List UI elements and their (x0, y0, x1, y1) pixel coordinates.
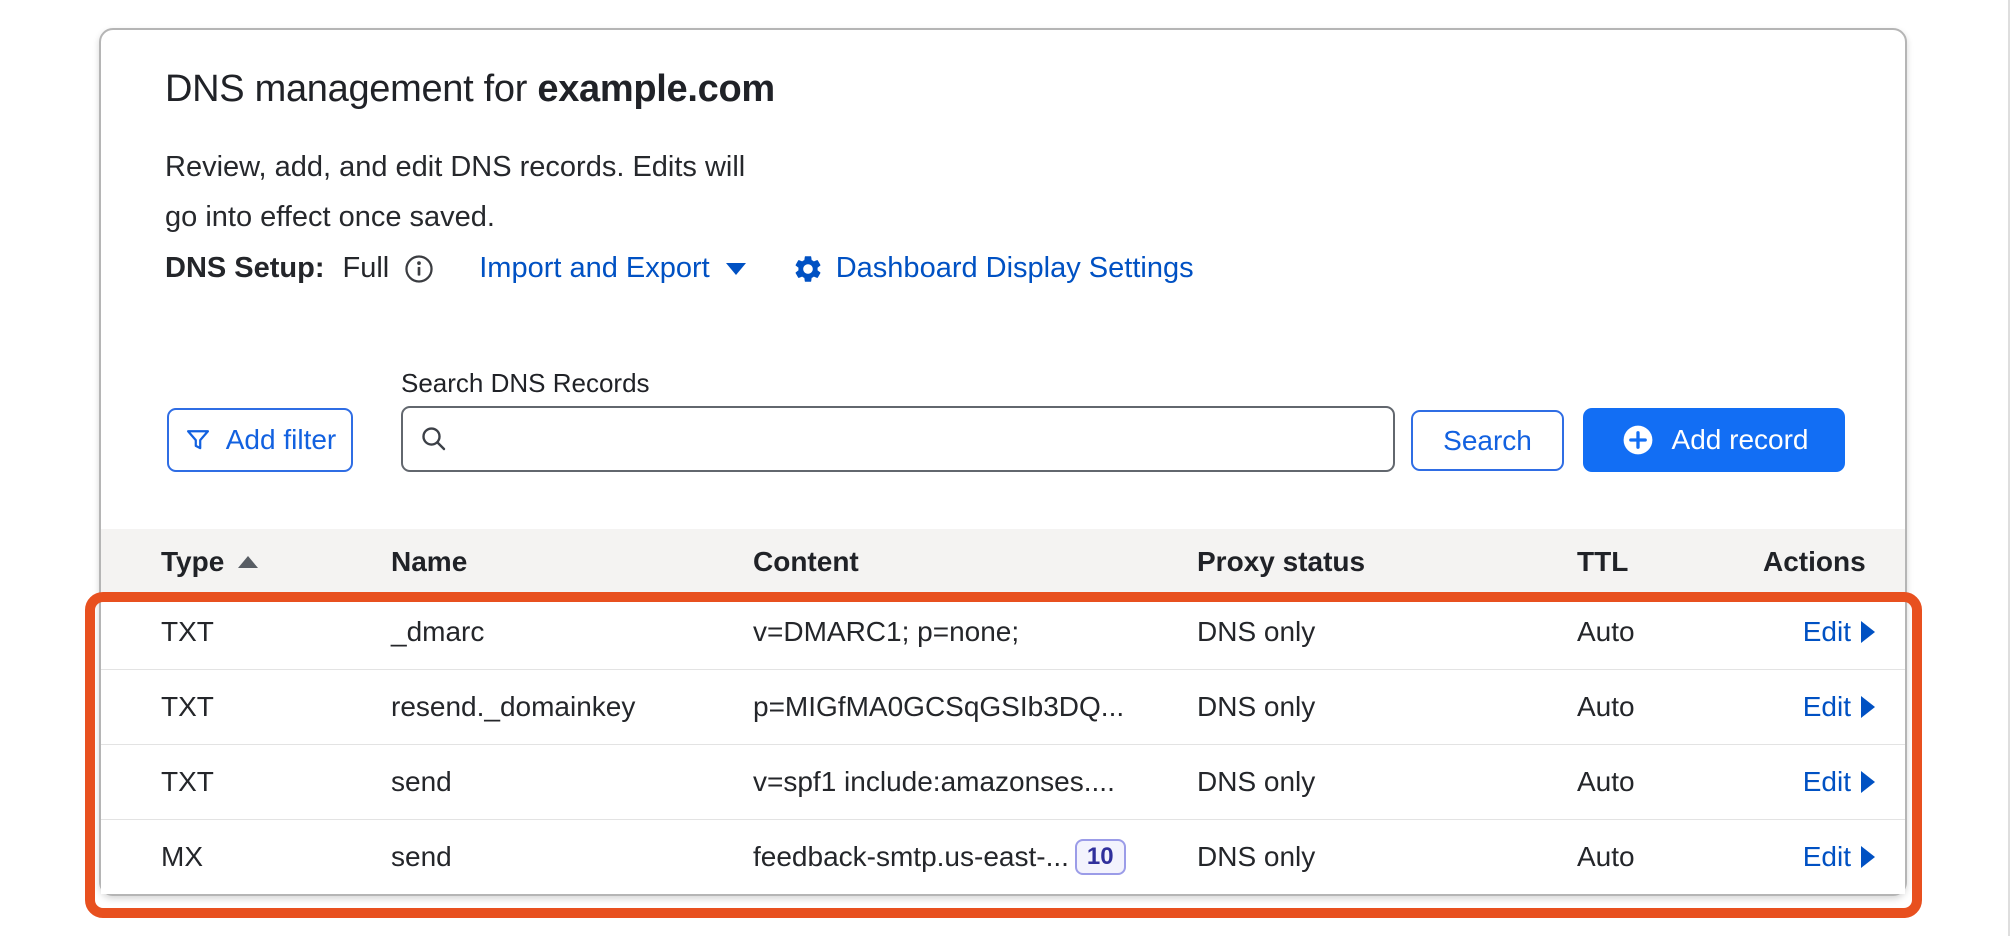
search-dns-records-label: Search DNS Records (401, 368, 650, 399)
cell-actions: Edit (1763, 616, 1875, 648)
cell-proxy-status: DNS only (1197, 841, 1577, 873)
column-header-proxy-status[interactable]: Proxy status (1197, 546, 1577, 578)
chevron-right-icon (1861, 771, 1875, 793)
column-header-type-label: Type (161, 546, 224, 578)
cell-name: resend._domainkey (391, 691, 753, 723)
toolbar: Add filter Search Add record (101, 406, 1909, 474)
chevron-down-icon (726, 263, 746, 275)
search-button-label: Search (1443, 425, 1532, 457)
dns-setup-value: Full (343, 252, 390, 285)
edit-label: Edit (1803, 841, 1851, 873)
cell-ttl: Auto (1577, 691, 1763, 723)
edit-button[interactable]: Edit (1803, 616, 1875, 648)
edit-label: Edit (1803, 616, 1851, 648)
info-icon[interactable] (403, 253, 435, 285)
search-input[interactable] (461, 412, 1377, 466)
column-header-actions-label: Actions (1763, 546, 1866, 578)
search-box (401, 406, 1395, 472)
cell-ttl: Auto (1577, 766, 1763, 798)
record-content: v=spf1 include:amazonses.... (753, 766, 1115, 798)
record-content: v=DMARC1; p=none; (753, 616, 1019, 648)
dns-setup-label: DNS Setup: (165, 252, 325, 285)
page-title: DNS management for example.com (165, 68, 775, 111)
search-icon (419, 424, 449, 454)
table-body: TXT _dmarc v=DMARC1; p=none; DNS only Au… (101, 594, 1905, 894)
edit-button[interactable]: Edit (1803, 766, 1875, 798)
table-row: MX send feedback-smtp.us-east-...10 DNS … (101, 819, 1905, 894)
add-filter-button[interactable]: Add filter (167, 408, 353, 472)
chevron-right-icon (1861, 696, 1875, 718)
cell-actions: Edit (1763, 841, 1875, 873)
edit-label: Edit (1803, 766, 1851, 798)
column-header-ttl-label: TTL (1577, 546, 1628, 578)
cell-actions: Edit (1763, 691, 1875, 723)
chevron-right-icon (1861, 621, 1875, 643)
gear-icon (792, 253, 824, 285)
table-row: TXT send v=spf1 include:amazonses.... DN… (101, 744, 1905, 819)
import-export-label: Import and Export (479, 252, 710, 285)
column-header-name-label: Name (391, 546, 467, 578)
chevron-right-icon (1861, 846, 1875, 868)
column-header-name[interactable]: Name (391, 546, 753, 578)
cell-ttl: Auto (1577, 616, 1763, 648)
column-header-ttl[interactable]: TTL (1577, 546, 1763, 578)
table-header: Type Name Content Proxy status TTL Actio… (101, 529, 1905, 594)
edit-button[interactable]: Edit (1803, 841, 1875, 873)
page-title-text: DNS management for (165, 68, 527, 110)
column-header-type[interactable]: Type (161, 546, 391, 578)
sort-ascending-icon (238, 556, 258, 568)
edit-label: Edit (1803, 691, 1851, 723)
dns-setup-row: DNS Setup: Full Import and Export Dashbo (165, 252, 1194, 285)
cell-type: TXT (161, 616, 391, 648)
search-button[interactable]: Search (1411, 410, 1564, 471)
cell-type: TXT (161, 691, 391, 723)
cell-type: TXT (161, 766, 391, 798)
column-header-proxy-status-label: Proxy status (1197, 546, 1365, 578)
page-description: Review, add, and edit DNS records. Edits… (165, 142, 745, 242)
add-filter-label: Add filter (226, 424, 337, 456)
cell-content: p=MIGfMA0GCSqGSIb3DQ... (753, 691, 1197, 723)
description-line-1: Review, add, and edit DNS records. Edits… (165, 151, 745, 183)
domain-name: example.com (537, 68, 774, 110)
description-line-2: go into effect once saved. (165, 201, 495, 233)
cell-ttl: Auto (1577, 841, 1763, 873)
table-row: TXT resend._domainkey p=MIGfMA0GCSqGSIb3… (101, 669, 1905, 744)
dashboard-display-settings-link[interactable]: Dashboard Display Settings (836, 252, 1194, 285)
dashboard-display-settings-label: Dashboard Display Settings (836, 252, 1194, 285)
filter-icon (184, 426, 212, 454)
table-row: TXT _dmarc v=DMARC1; p=none; DNS only Au… (101, 594, 1905, 669)
add-record-button[interactable]: Add record (1583, 408, 1845, 472)
cell-content: feedback-smtp.us-east-...10 (753, 839, 1197, 875)
cell-name: _dmarc (391, 616, 753, 648)
edit-button[interactable]: Edit (1803, 691, 1875, 723)
add-record-label: Add record (1672, 424, 1809, 456)
cell-content: v=DMARC1; p=none; (753, 616, 1197, 648)
dns-management-card: DNS management for example.com Review, a… (99, 28, 1907, 896)
record-content: p=MIGfMA0GCSqGSIb3DQ... (753, 691, 1124, 723)
mx-priority-badge: 10 (1075, 839, 1126, 875)
column-header-actions: Actions (1763, 546, 1875, 578)
column-header-content[interactable]: Content (753, 546, 1197, 578)
record-content: feedback-smtp.us-east-... (753, 841, 1069, 873)
cell-actions: Edit (1763, 766, 1875, 798)
dns-page: DNS management for example.com Review, a… (0, 0, 2012, 936)
cell-proxy-status: DNS only (1197, 691, 1577, 723)
cell-proxy-status: DNS only (1197, 766, 1577, 798)
import-export-link[interactable]: Import and Export (479, 252, 746, 285)
cell-type: MX (161, 841, 391, 873)
column-header-content-label: Content (753, 546, 859, 578)
cell-content: v=spf1 include:amazonses.... (753, 766, 1197, 798)
cell-name: send (391, 766, 753, 798)
cell-proxy-status: DNS only (1197, 616, 1577, 648)
plus-circle-icon (1620, 422, 1656, 458)
cell-name: send (391, 841, 753, 873)
viewport-right-edge (2008, 0, 2010, 936)
